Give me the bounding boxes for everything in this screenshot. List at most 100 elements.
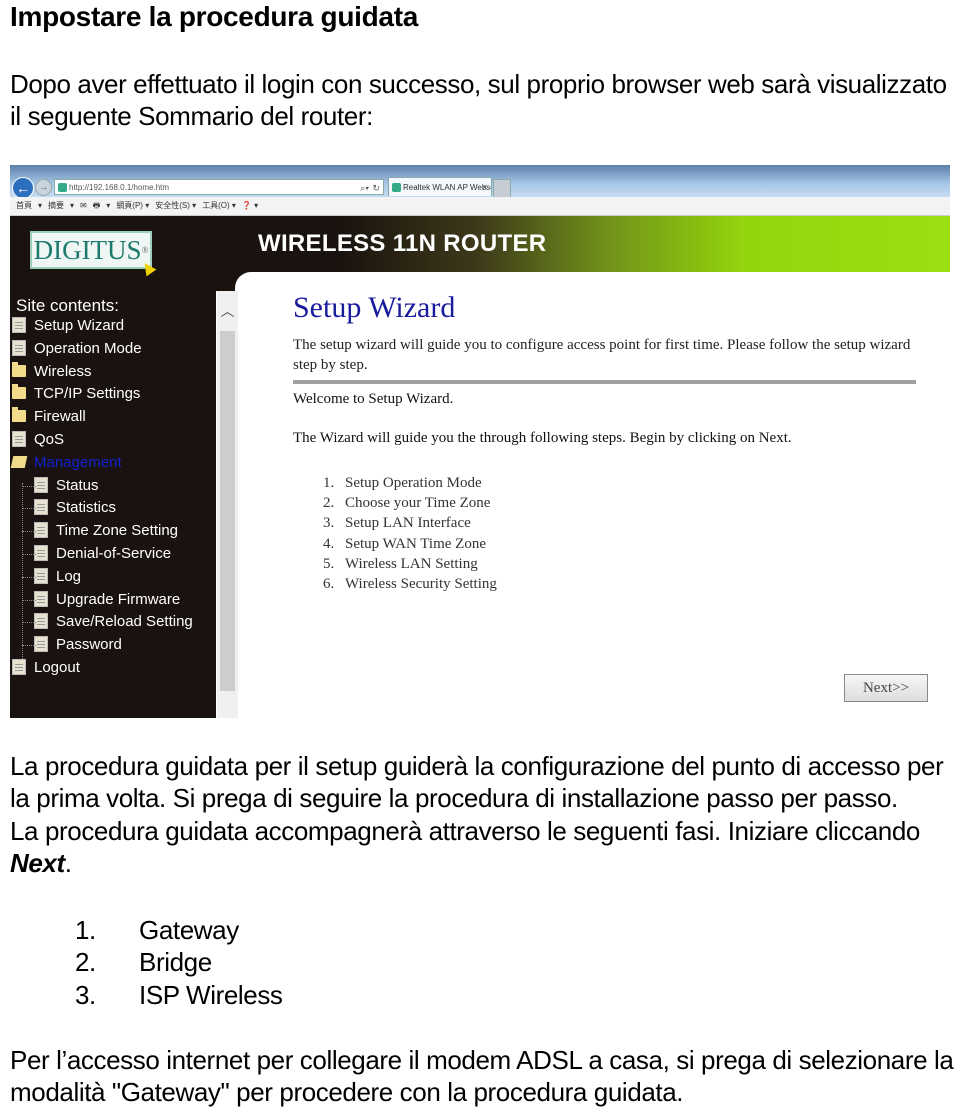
wizard-welcome: Welcome to Setup Wizard. bbox=[293, 391, 454, 407]
wizard-step: 4. Setup WAN Time Zone bbox=[323, 534, 497, 554]
sidebar-item-label: Status bbox=[56, 477, 99, 494]
new-tab-button[interactable] bbox=[493, 179, 511, 198]
command-bar-item[interactable]: 網頁(P) ▾ bbox=[116, 201, 149, 210]
sidebar-item-label: Statistics bbox=[56, 499, 117, 516]
sidebar-item-statistics[interactable]: Statistics bbox=[34, 498, 116, 518]
tree-branch bbox=[22, 486, 36, 487]
sidebar-item-label: Log bbox=[56, 568, 82, 585]
chevron-up-icon[interactable]: ︿ bbox=[217, 291, 238, 331]
sidebar-item-logout[interactable]: Logout bbox=[12, 658, 80, 678]
wizard-step: 5. Wireless LAN Setting bbox=[323, 554, 497, 574]
sidebar-item-log[interactable]: Log bbox=[34, 567, 81, 587]
wizard-step: 3. Setup LAN Interface bbox=[323, 513, 497, 533]
scroll-thumb[interactable] bbox=[220, 331, 235, 691]
sidebar-item-label: TCP/IP Settings bbox=[34, 385, 141, 402]
closing-paragraph: Per l’accesso internet per collegare il … bbox=[10, 1045, 954, 1108]
digitus-logo: DIGITUS® bbox=[30, 231, 152, 269]
mode-label: Bridge bbox=[139, 947, 212, 978]
command-bar: 首頁 ▾ 摘要 ▾ ✉ 🖶 ▾ 網頁(P) ▾ 安全性(S) ▾ 工具(O) ▾ ❓ ▾ bbox=[10, 197, 950, 216]
document-icon bbox=[34, 545, 48, 561]
sidebar-item-denial-of-service[interactable]: Denial-of-Service bbox=[34, 544, 171, 564]
sidebar-item-upgrade-firmware[interactable]: Upgrade Firmware bbox=[34, 590, 180, 610]
sidebar-item-management[interactable]: Management bbox=[10, 453, 122, 473]
tree-branch bbox=[22, 577, 36, 578]
sidebar-item-label: Wireless bbox=[34, 363, 92, 380]
sidebar-item-label: Operation Mode bbox=[34, 340, 142, 357]
step-label: Setup Operation Mode bbox=[345, 475, 482, 491]
mode-label: Gateway bbox=[139, 915, 239, 945]
sidebar-item-qos[interactable]: QoS bbox=[12, 430, 64, 450]
command-bar-item[interactable]: 安全性(S) ▾ bbox=[155, 201, 196, 210]
command-bar-item[interactable]: ▾ bbox=[106, 201, 110, 210]
close-tab-icon[interactable]: ✕ bbox=[481, 178, 488, 196]
document-icon bbox=[34, 636, 48, 652]
sidebar-item-label: Time Zone Setting bbox=[56, 522, 178, 539]
step-number: 5. bbox=[323, 555, 335, 572]
sidebar-item-save-reload-setting[interactable]: Save/Reload Setting bbox=[34, 612, 193, 632]
sidebar-item-wireless[interactable]: Wireless bbox=[12, 362, 92, 382]
sidebar-item-label: Denial-of-Service bbox=[56, 545, 172, 562]
command-bar-item[interactable]: 工具(O) ▾ bbox=[202, 201, 236, 210]
sidebar-item-label: Upgrade Firmware bbox=[56, 591, 181, 608]
wizard-step: 2. Choose your Time Zone bbox=[323, 493, 497, 513]
command-bar-item[interactable]: ❓ ▾ bbox=[242, 201, 258, 210]
address-bar[interactable]: http://192.168.0.1/home.htm ⌕▾ ↻ bbox=[54, 179, 384, 195]
mode-number: 3. bbox=[75, 979, 96, 1010]
browser-tab[interactable]: Realtek WLAN AP Webse... ✕ bbox=[388, 177, 492, 196]
router-page: DIGITUS® WIRELESS 11N ROUTER Site conten… bbox=[10, 216, 950, 718]
forward-icon[interactable]: → bbox=[35, 179, 52, 196]
sidebar: Site contents: Setup Wizard Operation Mod… bbox=[10, 291, 216, 718]
browser-titlebar: ← → http://192.168.0.1/home.htm ⌕▾ ↻ Rea… bbox=[10, 165, 950, 199]
router-screenshot: ← → http://192.168.0.1/home.htm ⌕▾ ↻ Rea… bbox=[10, 165, 950, 718]
step-number: 3. bbox=[323, 515, 335, 532]
sidebar-item-tcp-ip-settings[interactable]: TCP/IP Settings bbox=[12, 384, 140, 404]
logo-registered-mark: ® bbox=[141, 245, 149, 255]
sidebar-item-label: Logout bbox=[34, 659, 80, 676]
sidebar-item-label: Setup Wizard bbox=[34, 317, 125, 334]
sidebar-item-status[interactable]: Status bbox=[34, 476, 99, 496]
body-paragraph: La procedura guidata per il setup guider… bbox=[10, 750, 955, 879]
sidebar-item-label: Firewall bbox=[34, 408, 86, 425]
next-emphasis: Next bbox=[10, 847, 65, 878]
command-bar-item[interactable]: 摘要 bbox=[48, 201, 64, 210]
folder-open-icon bbox=[10, 456, 28, 468]
step-number: 1. bbox=[323, 475, 335, 491]
command-bar-item[interactable]: ▾ bbox=[38, 201, 42, 210]
command-bar-item[interactable]: 🖶 bbox=[93, 201, 101, 210]
search-icon[interactable]: ⌕▾ bbox=[360, 180, 369, 194]
document-icon bbox=[34, 568, 48, 584]
document-icon bbox=[34, 522, 48, 538]
next-button[interactable]: Next>> bbox=[844, 674, 928, 702]
command-bar-item[interactable]: ✉ bbox=[80, 201, 87, 210]
sidebar-item-password[interactable]: Password bbox=[34, 635, 122, 655]
sidebar-item-time-zone-setting[interactable]: Time Zone Setting bbox=[34, 521, 178, 541]
document-icon bbox=[34, 613, 48, 629]
sidebar-scrollbar[interactable]: ︿ bbox=[217, 291, 238, 718]
document-icon bbox=[34, 499, 48, 515]
document-title: Impostare la procedura guidata bbox=[10, 1, 418, 32]
step-number: 4. bbox=[323, 535, 335, 552]
mode-item: 1. Gateway bbox=[75, 914, 283, 946]
command-bar-item[interactable]: 首頁 bbox=[16, 201, 32, 210]
tree-branch bbox=[22, 531, 36, 532]
command-bar-item[interactable]: ▾ bbox=[70, 201, 74, 210]
mode-list: 1. Gateway 2. Bridge 3. ISP Wireless bbox=[75, 914, 283, 1011]
step-label: Wireless LAN Setting bbox=[345, 555, 478, 572]
wizard-steps: 1. Setup Operation Mode 2. Choose your Time… bbox=[323, 473, 497, 594]
document-icon bbox=[34, 591, 48, 607]
back-icon[interactable]: ← bbox=[12, 177, 34, 199]
wizard-guide: The Wizard will guide you the through fo… bbox=[293, 430, 792, 446]
body-line-2: La procedura guidata accompagnerà attrav… bbox=[10, 815, 955, 880]
step-label: Setup WAN Time Zone bbox=[345, 535, 486, 552]
refresh-icon[interactable]: ↻ bbox=[372, 180, 380, 194]
mode-label: ISP Wireless bbox=[139, 979, 283, 1010]
sidebar-item-setup-wizard[interactable]: Setup Wizard bbox=[12, 316, 124, 336]
sidebar-item-label: Password bbox=[56, 636, 122, 653]
sidebar-item-firewall[interactable]: Firewall bbox=[12, 407, 86, 427]
mode-number: 1. bbox=[75, 915, 96, 945]
tree-connector bbox=[22, 483, 24, 659]
sidebar-item-operation-mode[interactable]: Operation Mode bbox=[12, 339, 142, 359]
tree-branch bbox=[22, 600, 36, 601]
folder-icon bbox=[12, 407, 26, 422]
tree-branch bbox=[22, 554, 36, 555]
